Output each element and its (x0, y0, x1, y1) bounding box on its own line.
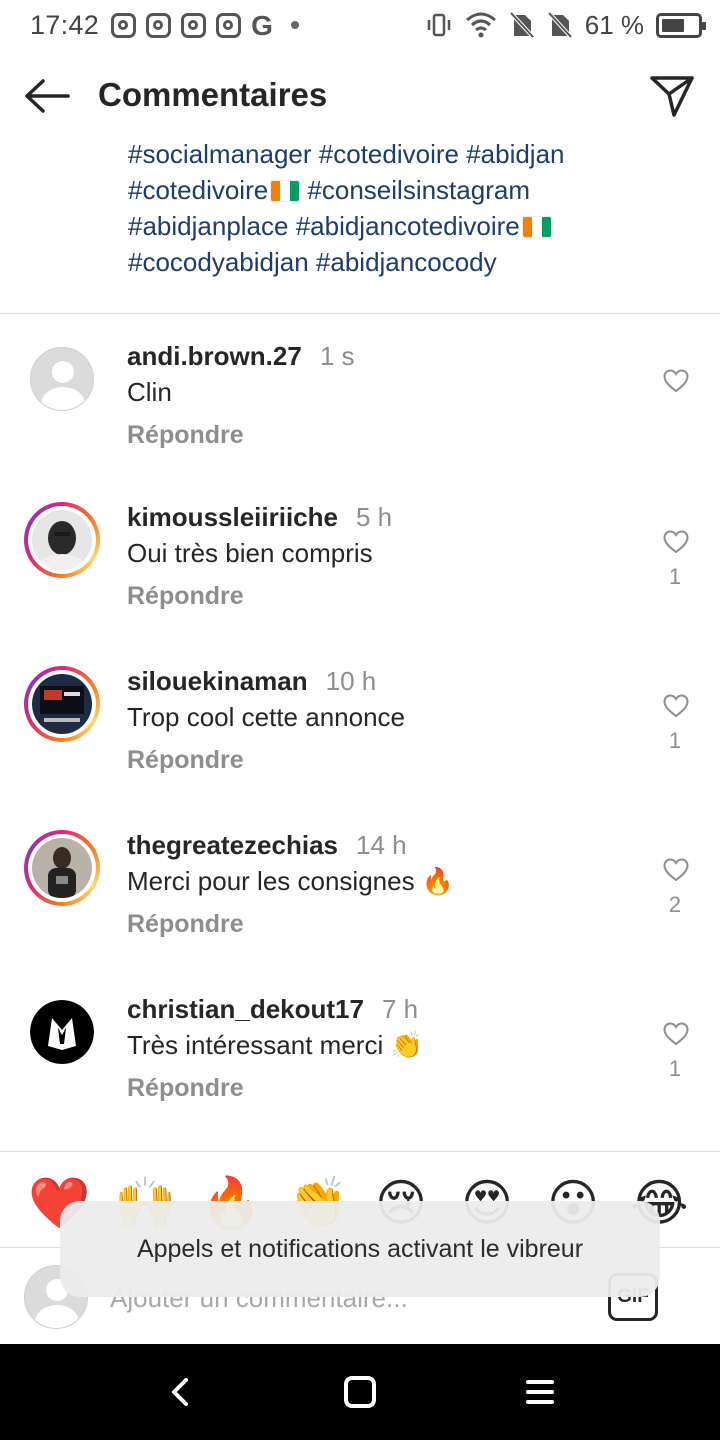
vibrate-icon (427, 13, 450, 37)
comment-item: andi.brown.27 1 s Clin Répondre (0, 341, 720, 505)
comment-username[interactable]: andi.brown.27 (127, 341, 302, 371)
tuxedo-logo-icon (30, 1000, 94, 1064)
avatar-story-ring[interactable] (24, 666, 100, 742)
instagram-icon (146, 12, 172, 38)
comment-item: christian_dekout17 7 h Très intéressant m… (0, 994, 720, 1158)
nav-back-button[interactable] (156, 1368, 204, 1416)
reply-button[interactable]: Répondre (127, 746, 244, 775)
comment-username[interactable]: thegreatezechias (127, 830, 338, 860)
like-count: 1 (668, 564, 682, 589)
reply-button[interactable]: Répondre (127, 1074, 244, 1103)
comment-time: 14 h (355, 830, 407, 860)
instagram-icon (181, 12, 207, 38)
instagram-icon (111, 12, 137, 38)
no-sim-icon (509, 11, 535, 39)
like-button[interactable] (658, 363, 694, 399)
comment-item: thegreatezechias 14 h Merci pour les cons… (0, 830, 720, 994)
comment-time: 7 h (381, 994, 419, 1024)
reply-button[interactable]: Répondre (127, 910, 244, 939)
like-button[interactable] (658, 524, 694, 560)
google-icon: G (251, 9, 273, 41)
avatar-story-ring[interactable] (24, 502, 100, 578)
comment-time: 1 s (319, 341, 355, 371)
menu-lines-icon (526, 1380, 554, 1404)
hashtag-line[interactable]: #cotedivoire #conseilsinstagram (128, 172, 708, 208)
profile-photo-icon (32, 510, 92, 570)
comment-item: kimoussleiiriiche 5 h Oui très bien compr… (0, 502, 720, 666)
avatar (32, 674, 92, 734)
nav-menu-button[interactable] (516, 1368, 564, 1416)
home-square-icon (344, 1376, 376, 1408)
heart-icon (663, 530, 689, 554)
comment-item: silouekinaman 10 h Trop cool cette annonc… (0, 666, 720, 830)
share-button[interactable] (648, 72, 696, 120)
heart-icon (663, 1022, 689, 1046)
heart-icon (663, 694, 689, 718)
instagram-icon (216, 12, 242, 38)
avatar[interactable] (24, 994, 100, 1070)
comment-text: Très intéressant merci 👏 (127, 1030, 423, 1060)
ivory-coast-flag-icon (270, 180, 301, 202)
comment-time: 10 h (325, 666, 377, 696)
hashtag-line[interactable]: #abidjanplace #abidjancotedivoire (128, 208, 708, 244)
reply-button[interactable]: Répondre (127, 421, 244, 450)
status-bar: 17:42 G 61 % (0, 0, 720, 50)
comment-username[interactable]: kimoussleiiriiche (127, 502, 338, 532)
avatar (32, 838, 92, 898)
heart-icon (663, 369, 689, 393)
default-avatar-icon (30, 347, 94, 411)
battery-percent: 61 % (584, 9, 644, 40)
system-indicators: 61 % (425, 9, 706, 41)
like-button[interactable] (658, 688, 694, 724)
like-count: 2 (668, 892, 682, 917)
page-title: Commentaires (98, 76, 328, 113)
divider (0, 313, 720, 314)
comment-text: Trop cool cette annonce (127, 702, 405, 732)
profile-photo-icon (32, 838, 92, 898)
heart-icon (663, 858, 689, 882)
status-time: 17:42 (30, 9, 100, 40)
profile-photo-icon (32, 674, 92, 734)
comment-text: Oui très bien compris (127, 538, 373, 568)
system-toast: Appels et notifications activant le vibr… (60, 1201, 660, 1297)
wifi-icon (465, 12, 496, 38)
header: Commentaires (0, 60, 720, 132)
chevron-left-icon (172, 1378, 188, 1406)
hashtag-line[interactable]: #cocodyabidjan #abidjancocody (128, 244, 708, 280)
like-button[interactable] (658, 852, 694, 888)
like-button[interactable] (658, 1016, 694, 1052)
avatar (32, 510, 92, 570)
back-button[interactable] (22, 74, 72, 118)
avatar-story-ring[interactable] (24, 830, 100, 906)
nav-home-button[interactable] (336, 1368, 384, 1416)
back-arrow-icon (25, 79, 70, 113)
system-nav-bar (0, 1344, 720, 1440)
battery-icon (656, 12, 706, 38)
comment-username[interactable]: christian_dekout17 (127, 994, 364, 1024)
more-notifications-dot (290, 21, 299, 29)
ivory-coast-flag-icon (521, 216, 552, 238)
profile-photo (30, 1000, 94, 1064)
paper-plane-icon (650, 76, 694, 117)
notification-icons: G (111, 9, 299, 41)
comment-text: Clin (127, 377, 172, 407)
comment-text: Merci pour les consignes 🔥 (127, 866, 455, 896)
hashtag-line[interactable]: #socialmanager #cotedivoire #abidjan (128, 136, 708, 172)
like-count: 1 (668, 728, 682, 753)
comment-time: 5 h (355, 502, 393, 532)
no-sim-icon (547, 11, 573, 39)
like-count: 1 (668, 1056, 682, 1081)
reply-button[interactable]: Répondre (127, 582, 244, 611)
avatar[interactable] (24, 341, 100, 417)
post-caption: #socialmanager #cotedivoire #abidjan #co… (128, 136, 708, 280)
comment-username[interactable]: silouekinaman (127, 666, 308, 696)
